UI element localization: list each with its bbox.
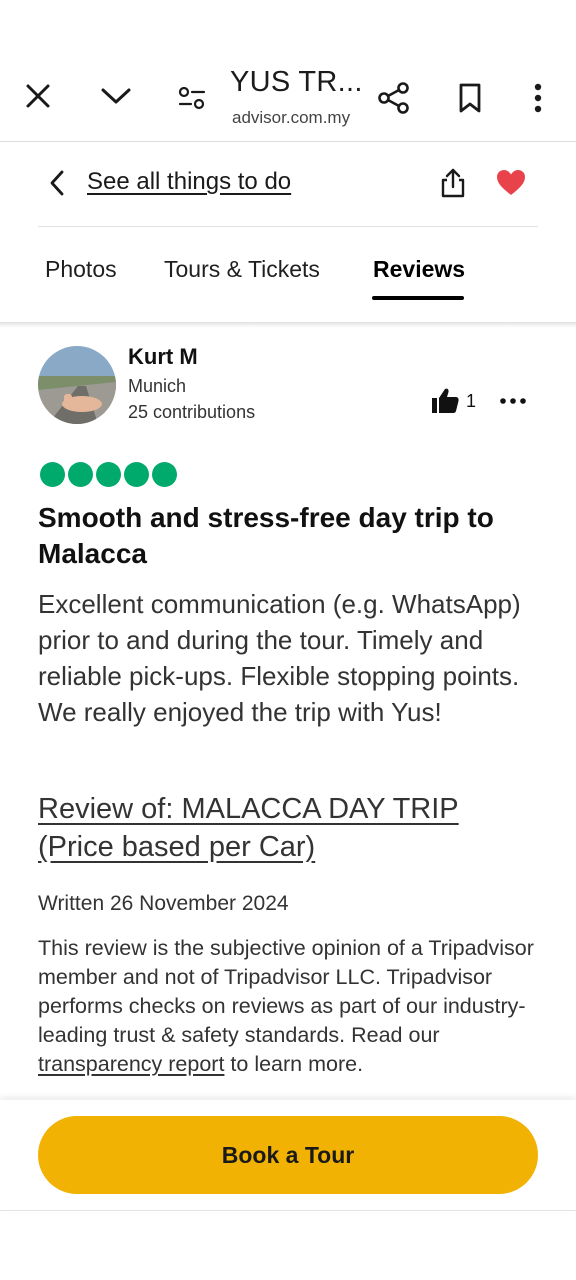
reviewer-name[interactable]: Kurt M (128, 344, 198, 370)
helpful-count: 1 (466, 390, 477, 411)
share-icon[interactable] (372, 76, 416, 120)
book-a-tour-button[interactable]: Book a Tour (38, 1116, 538, 1194)
avatar[interactable] (38, 346, 116, 424)
upload-icon[interactable] (436, 166, 470, 200)
written-date: Written 26 November 2024 (38, 892, 289, 915)
disclaimer-text: This review is the subjective opinion of… (38, 936, 534, 1047)
browser-toolbar: YUS TR... advisor.com.my (0, 52, 576, 142)
rating-bubbles (40, 462, 177, 487)
heart-shape (497, 170, 525, 195)
more-vert-icon[interactable] (520, 76, 556, 120)
toolbar-divider (0, 141, 576, 142)
tab-reviews[interactable]: Reviews (373, 256, 465, 283)
tune-icon[interactable] (172, 78, 212, 118)
helpful-button[interactable]: 1 (430, 384, 486, 418)
breadcrumb: See all things to do (0, 160, 576, 210)
chevron-down-icon[interactable] (96, 76, 136, 116)
heart-icon[interactable] (494, 166, 528, 200)
see-all-things-link[interactable]: See all things to do (87, 168, 291, 196)
disclaimer-tail: to learn more. (224, 1052, 364, 1076)
reviewer-location: Munich (128, 376, 187, 396)
bottom-action-bar: Book a Tour (0, 1100, 576, 1212)
active-tab-indicator (372, 296, 464, 300)
chevron-left-icon[interactable] (42, 168, 72, 198)
bottom-divider (0, 1210, 576, 1211)
review-body: Excellent communication (e.g. WhatsApp) … (38, 589, 521, 727)
rating-bubble (68, 462, 93, 487)
review-of-link[interactable]: Review of: MALACCA DAY TRIP (Price based… (38, 790, 538, 866)
review-title: Smooth and stress-free day trip to Malac… (38, 502, 494, 569)
tab-tours-tickets[interactable]: Tours & Tickets (164, 256, 320, 283)
more-horiz-icon[interactable] (496, 386, 530, 416)
rating-bubble (152, 462, 177, 487)
header-divider (38, 226, 538, 227)
app-screen: YUS TR... advisor.com.my See all things … (0, 0, 576, 1280)
transparency-report-link[interactable]: transparency report (38, 1052, 224, 1076)
rating-bubble (96, 462, 121, 487)
close-icon[interactable] (18, 76, 58, 116)
thumbs-up-icon (432, 388, 459, 413)
rating-bubble (124, 462, 149, 487)
reviewer-contributions: 25 contributions (128, 402, 256, 422)
tabs-shadow (0, 322, 576, 328)
bookmark-icon[interactable] (450, 76, 490, 120)
review-disclaimer: This review is the subjective opinion of… (38, 934, 538, 1100)
rating-bubble (40, 462, 65, 487)
page-title[interactable]: YUS TR... (230, 66, 363, 99)
url-text[interactable]: advisor.com.my (232, 108, 350, 128)
tab-photos[interactable]: Photos (45, 256, 117, 283)
tab-bar: Photos Tours & Tickets Reviews (0, 252, 576, 306)
